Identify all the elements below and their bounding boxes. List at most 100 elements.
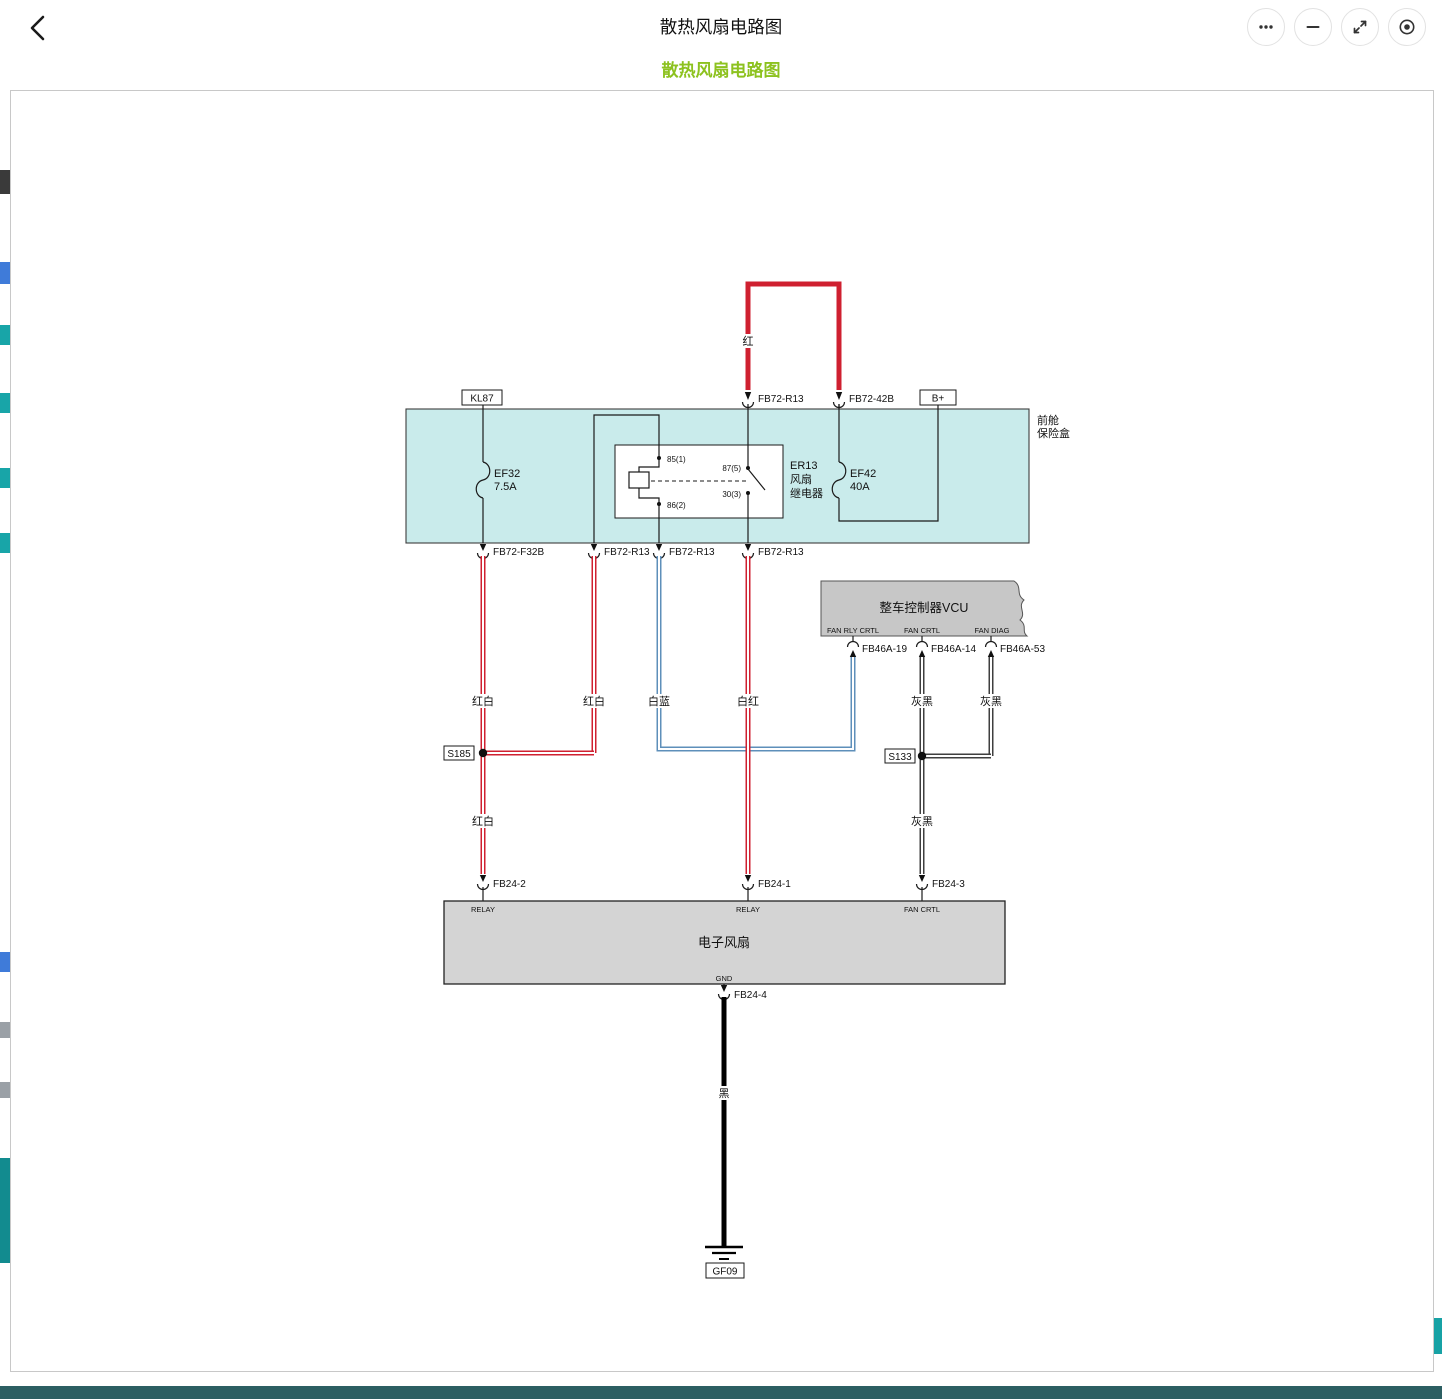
minimize-button[interactable] — [1294, 8, 1332, 46]
more-options-button[interactable] — [1247, 8, 1285, 46]
fan-module: FB24-2 FB24-1 FB24-3 RELAY RELAY FA — [444, 875, 1005, 984]
connector-label: FB46A-19 — [862, 644, 907, 655]
connector-label: FB72-R13 — [758, 394, 804, 405]
wire-label-text: 黑 — [719, 1087, 730, 1100]
fusebox-top-connectors: FB72-R13 FB72-42B — [743, 392, 895, 409]
splice-label: S133 — [888, 752, 912, 763]
fullscreen-button[interactable] — [1341, 8, 1379, 46]
vcu-pin-fan-crtl: FAN CRTL — [904, 626, 940, 635]
relay-pin-87: 87(5) — [722, 464, 741, 473]
wire-label-text: 白蓝 — [648, 694, 670, 708]
connector-fb72-f32b: FB72-F32B — [478, 544, 545, 559]
connector-label: FB46A-53 — [1000, 644, 1045, 655]
wire-label-text: 红白 — [472, 814, 494, 828]
fan-pin-relay2: RELAY — [736, 905, 760, 914]
sidebar-icon-fragment — [0, 468, 10, 488]
connector-label: FB24-2 — [493, 879, 526, 890]
vcu-pin-fan-rly: FAN RLY CRTL — [827, 626, 879, 635]
connector-fb72-r13-bot2: FB72-R13 — [654, 544, 716, 559]
fusebox: 前舱 保险盒 EF32 7.5A — [406, 390, 1070, 543]
fan-pin-gnd: GND — [716, 974, 733, 983]
wire-label-text: 红白 — [583, 694, 605, 708]
vcu-module: 整车控制器VCU FAN RLY CRTL FAN CRTL FAN DIAG … — [821, 581, 1045, 657]
connector-fb46a-19: FB46A-19 — [848, 636, 908, 657]
window-controls — [1247, 8, 1426, 46]
wiring-diagram-svg: 前舱 保险盒 EF32 7.5A — [11, 91, 1435, 1373]
wire-label-text: 灰黑 — [911, 694, 933, 708]
splice-label: S185 — [447, 749, 471, 760]
relay-pin-86: 86(2) — [667, 501, 686, 510]
ground-symbol — [705, 1247, 743, 1259]
connector-label: FB72-R13 — [604, 547, 650, 558]
bplus-label: B+ — [932, 394, 945, 405]
vcu-title: 整车控制器VCU — [880, 600, 969, 615]
connector-label: FB72-R13 — [669, 547, 715, 558]
relay-pin-30: 30(3) — [722, 490, 741, 499]
connector-label: FB72-F32B — [493, 547, 544, 558]
fan-pin-ctrl: FAN CRTL — [904, 905, 940, 914]
page-title: 散热风扇电路图 — [660, 0, 783, 55]
connector-label: FB24-1 — [758, 879, 791, 890]
connector-label: FB46A-14 — [931, 644, 976, 655]
red-jumper-wire — [748, 284, 839, 390]
wire-label-redwhite-a: 红白 — [470, 694, 496, 708]
connector-fb72-r13-bot1: FB72-R13 — [589, 544, 651, 559]
relay-name: ER13 — [790, 460, 818, 472]
connector-fb24-2: FB24-2 — [478, 875, 527, 901]
fullscreen-icon — [1350, 17, 1370, 37]
connector-label: FB72-42B — [849, 394, 894, 405]
wire-label-black: 黑 — [716, 1086, 732, 1100]
sidebar-icon-fragment — [0, 393, 10, 413]
diagram-title: 散热风扇电路图 — [0, 55, 1442, 90]
connector-fb46a-14: FB46A-14 — [917, 636, 977, 657]
wire-label-text: 白红 — [737, 694, 759, 708]
sidebar-icon-fragment — [0, 952, 10, 972]
wire-label-text: 灰黑 — [980, 694, 1002, 708]
sidebar-icon-fragment — [0, 1082, 10, 1098]
sidebar-icon-fragment — [0, 325, 10, 345]
wire-label-grayblack-b: 灰黑 — [978, 694, 1004, 708]
fan-title: 电子风扇 — [698, 935, 750, 950]
connector-label: FB24-4 — [734, 990, 767, 1001]
connector-fb72-42b-top: FB72-42B — [834, 392, 895, 409]
back-button[interactable] — [20, 8, 58, 46]
fan-pin-relay1: RELAY — [471, 905, 495, 914]
fusebox-name-line1: 前舱 — [1037, 413, 1059, 427]
kl87-label: KL87 — [470, 394, 494, 405]
app-window: 散热风扇电路图 — [0, 0, 1442, 1399]
chevron-left-icon — [20, 8, 58, 46]
minimize-icon — [1303, 17, 1323, 37]
connector-fb46a-53: FB46A-53 — [986, 636, 1046, 657]
fusebox-bottom-connectors: FB72-F32B FB72-R13 FB72-R13 FB72-R13 — [478, 544, 805, 559]
connector-fb72-r13-bot3: FB72-R13 — [743, 544, 805, 559]
fuse-ef32-rating: 7.5A — [494, 481, 517, 493]
sidebar-icon-fragment — [0, 533, 10, 553]
relay-name-line3: 继电器 — [790, 487, 823, 500]
wire-label-red: 红 — [740, 334, 756, 348]
wire-label-text: 红 — [743, 335, 754, 348]
fusebox-name-line2: 保险盒 — [1037, 426, 1070, 440]
wire-label-redwhite-c: 红白 — [470, 814, 496, 828]
relay-pin-85: 85(1) — [667, 455, 686, 464]
wire-label-grayblack-c: 灰黑 — [909, 814, 935, 828]
more-options-icon — [1256, 17, 1276, 37]
record-icon — [1397, 17, 1417, 37]
right-edge-fragment — [1434, 1318, 1442, 1354]
sidebar-icon-fragment — [0, 262, 10, 284]
connector-fb72-r13-top: FB72-R13 — [743, 392, 805, 409]
wire-label-text: 红白 — [472, 694, 494, 708]
diagram-canvas[interactable]: 前舱 保险盒 EF32 7.5A — [10, 90, 1434, 1372]
sidebar-icon-fragment — [0, 1022, 10, 1038]
wire-label-whitered: 白红 — [735, 694, 761, 708]
vcu-pin-fan-diag: FAN DIAG — [974, 626, 1009, 635]
wire-label-whiteblue: 白蓝 — [646, 694, 672, 708]
bottom-bar — [0, 1386, 1442, 1399]
wire-label-grayblack-a: 灰黑 — [909, 694, 935, 708]
record-button[interactable] — [1388, 8, 1426, 46]
connector-fb24-3: FB24-3 — [917, 875, 966, 901]
fuse-ef42-rating: 40A — [850, 481, 870, 493]
sidebar-icon-fragment — [0, 1158, 10, 1263]
wire-label-text: 灰黑 — [911, 814, 933, 828]
connector-label: FB72-R13 — [758, 547, 804, 558]
wire-label-redwhite-b: 红白 — [581, 694, 607, 708]
